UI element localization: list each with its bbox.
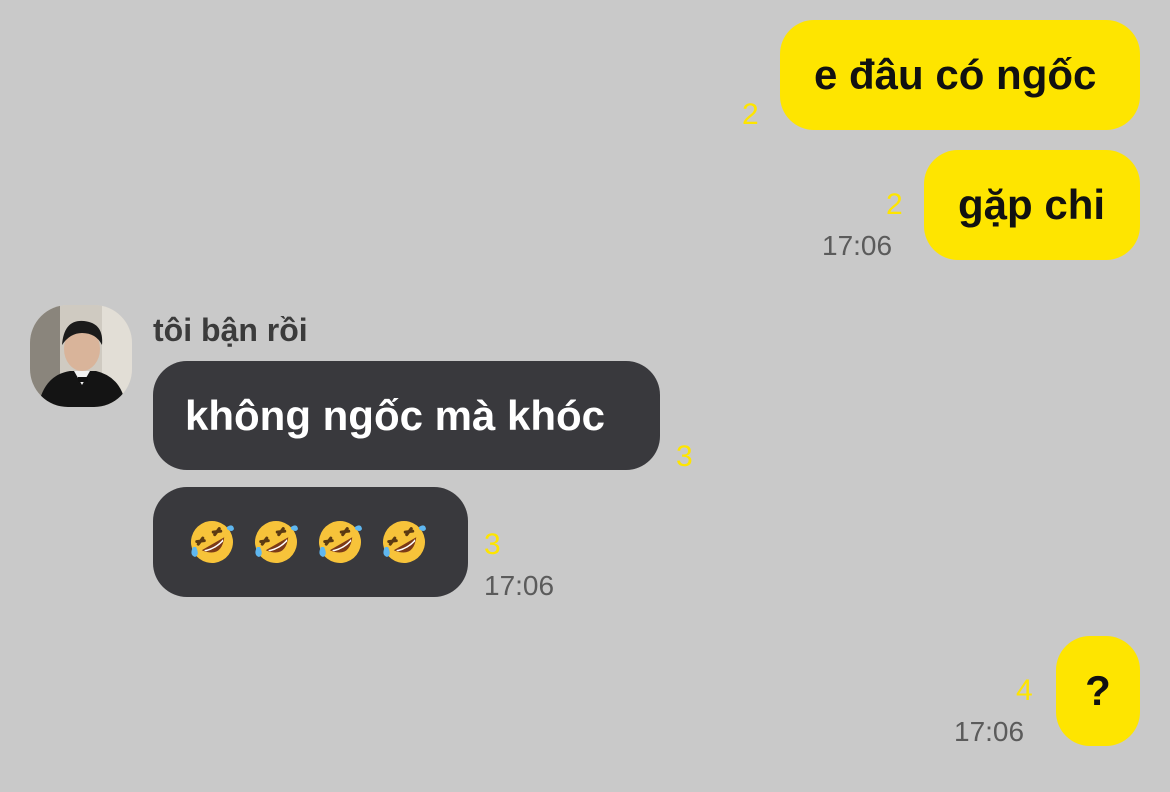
emoji-row <box>187 517 429 567</box>
unread-count: 3 <box>484 528 501 561</box>
unread-count: 2 <box>886 188 903 221</box>
message-text: ? <box>1085 667 1111 714</box>
message-bubble[interactable]: e đâu có ngốc <box>780 20 1140 130</box>
rolling-on-floor-laughing-icon <box>383 521 426 563</box>
timestamp: 17:06 <box>822 230 893 261</box>
chat-view: e đâu có ngốc 2 gặp chi 2 17:06 tôi bận … <box>0 0 1170 792</box>
timestamp: 17:06 <box>954 716 1025 747</box>
unread-count: 4 <box>1016 674 1033 707</box>
rolling-on-floor-laughing-icon <box>191 521 234 563</box>
rolling-on-floor-laughing-icon <box>255 521 298 563</box>
avatar-photo-icon <box>30 305 132 407</box>
unread-count: 2 <box>742 98 759 131</box>
message-text: gặp chi <box>958 181 1106 228</box>
avatar[interactable] <box>30 305 132 407</box>
unread-count: 3 <box>676 440 693 473</box>
message-bubble[interactable] <box>153 487 468 597</box>
rolling-on-floor-laughing-icon <box>319 521 362 563</box>
message-bubble[interactable]: ? <box>1056 636 1140 746</box>
message-bubble[interactable]: gặp chi <box>924 150 1140 260</box>
sender-name: tôi bận rồi <box>153 312 308 348</box>
message-bubble[interactable]: không ngốc mà khóc <box>153 361 660 470</box>
message-text: không ngốc mà khóc <box>185 391 606 439</box>
timestamp: 17:06 <box>484 570 555 601</box>
message-text: e đâu có ngốc <box>814 51 1097 98</box>
